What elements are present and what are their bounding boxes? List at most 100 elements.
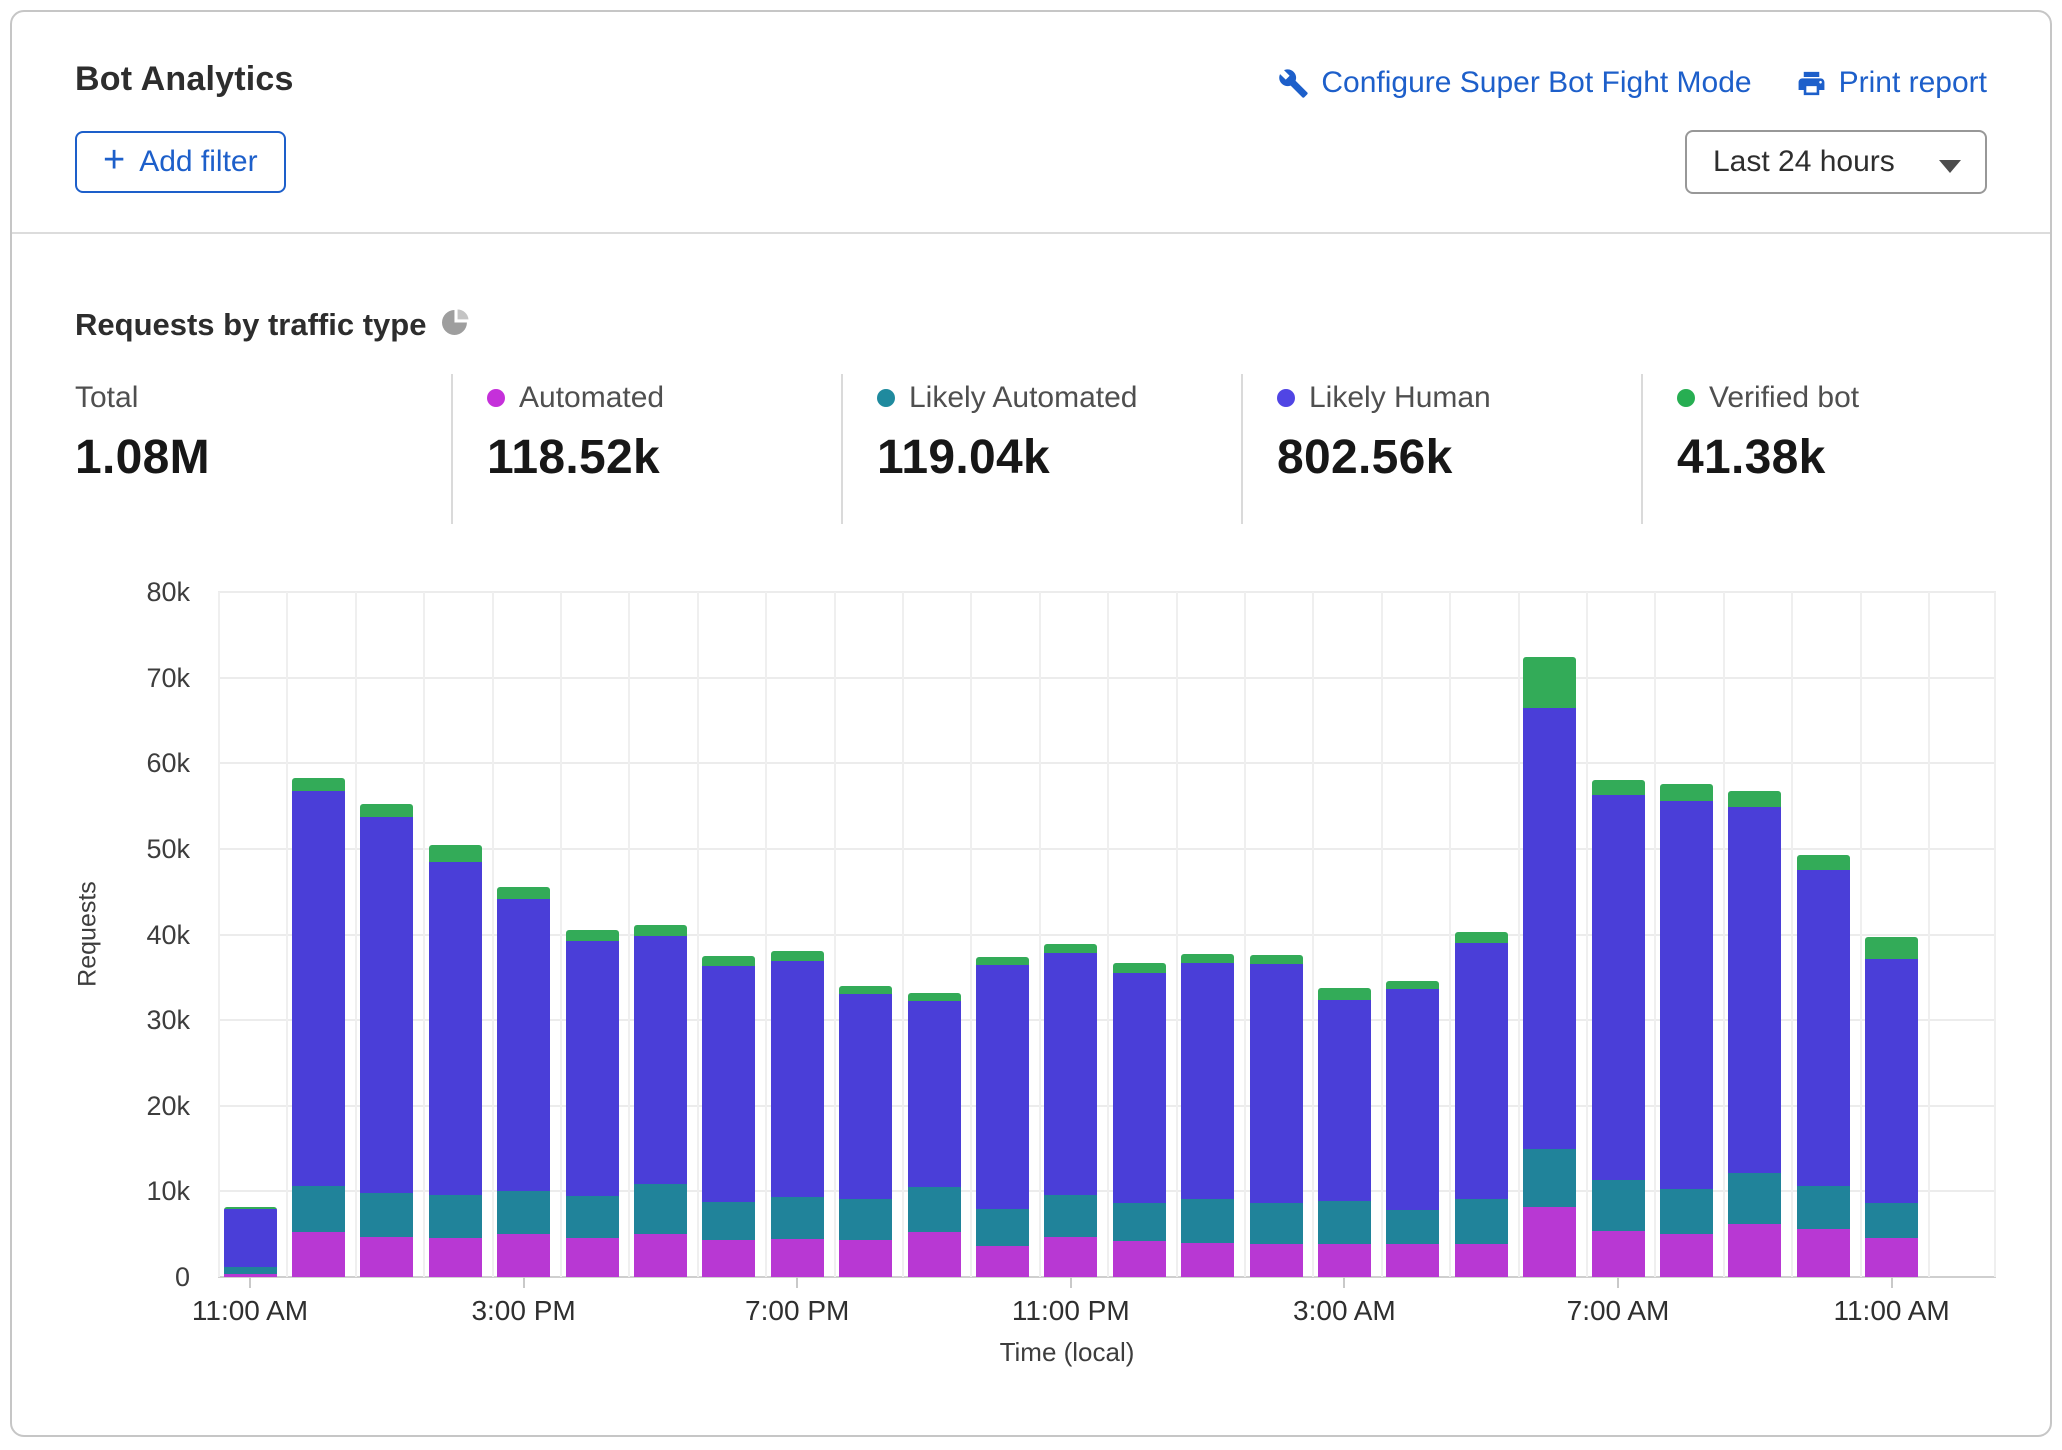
gridline-vertical [492,592,494,1277]
stat-automated-value: 118.52k [487,430,841,485]
x-tick-mark [249,1277,251,1288]
gridline-vertical [1791,592,1793,1277]
bot-analytics-card: Bot Analytics Configure Super Bot Fight … [10,10,2052,1437]
plot-area [218,592,1996,1277]
gridline-vertical [355,592,357,1277]
bar-segment-verified-bot [1592,780,1645,795]
x-tick-label: 11:00 AM [192,1295,308,1327]
stat-likely-automated-value: 119.04k [877,430,1241,485]
time-range-select[interactable]: Last 24 hours [1685,130,1987,194]
bar-segment-likely-human [908,1001,961,1187]
bar-segment-verified-bot [566,930,619,941]
bar-segment-verified-bot [429,845,482,861]
bar-segment-likely-automated [1797,1186,1850,1229]
bar [1386,981,1439,1277]
bar-segment-automated [976,1246,1029,1277]
bar-segment-automated [1797,1229,1850,1277]
bar-segment-likely-human [1250,964,1303,1204]
bar-segment-automated [1044,1237,1097,1277]
bar-segment-verified-bot [976,957,1029,966]
bar-segment-likely-automated [1318,1201,1371,1244]
y-tick-label: 50k [72,834,190,864]
y-tick-label: 30k [72,1005,190,1035]
gridline-vertical [1381,592,1383,1277]
bar-segment-automated [1250,1244,1303,1277]
bar-segment-automated [1318,1244,1371,1277]
page-title: Bot Analytics [75,60,294,99]
stat-likely-human-label: Likely Human [1309,381,1491,415]
bar-segment-verified-bot [1113,963,1166,973]
bar-segment-automated [1181,1243,1234,1277]
bar-segment-verified-bot [702,956,755,966]
bar-segment-likely-automated [1386,1210,1439,1243]
bar-segment-likely-human [1113,973,1166,1203]
x-tick-label: 3:00 PM [471,1295,575,1327]
y-tick-label: 40k [72,920,190,950]
x-tick-mark [1617,1277,1619,1288]
bar [1113,963,1166,1277]
chevron-down-icon [1939,160,1961,173]
bar-segment-likely-automated [224,1267,277,1274]
bar [429,845,482,1277]
x-tick-mark [523,1277,525,1288]
bar [771,951,824,1277]
bar-segment-likely-automated [771,1197,824,1239]
bar-segment-verified-bot [1865,937,1918,959]
bar-segment-likely-automated [702,1202,755,1241]
gridline-vertical [697,592,699,1277]
bar-segment-likely-human [1865,959,1918,1202]
bar-segment-likely-automated [1181,1199,1234,1243]
bar-segment-likely-human [1455,943,1508,1199]
x-tick-mark [1891,1277,1893,1288]
bar-segment-likely-automated [429,1195,482,1238]
bar-segment-likely-human [1044,953,1097,1195]
add-filter-label: Add filter [139,145,257,179]
bar-segment-likely-automated [1044,1195,1097,1237]
x-axis-title: Time (local) [1000,1337,1135,1368]
gridline-vertical [1994,592,1996,1277]
configure-super-bot-fight-mode-link[interactable]: Configure Super Bot Fight Mode [1278,66,1751,100]
bar-segment-automated [429,1238,482,1277]
bar [566,930,619,1277]
bar-segment-verified-bot [1318,988,1371,1001]
bar-segment-automated [497,1234,550,1277]
gridline-vertical [902,592,904,1277]
y-tick-label: 10k [72,1176,190,1206]
section-heading-label: Requests by traffic type [75,307,426,343]
y-tick-label: 60k [72,748,190,778]
bar-segment-automated [1660,1234,1713,1277]
stat-likely-automated-label: Likely Automated [909,381,1137,415]
bar-segment-automated [702,1240,755,1277]
y-tick-label: 20k [72,1091,190,1121]
gridline-vertical [834,592,836,1277]
pie-chart-icon [442,309,469,341]
bar-segment-likely-human [1797,870,1850,1186]
bar [702,956,755,1277]
gridline-vertical [1449,592,1451,1277]
bar [292,778,345,1277]
bar [1181,954,1234,1277]
gridline-vertical [423,592,425,1277]
bar-segment-likely-human [292,791,345,1187]
gridline-vertical [1039,592,1041,1277]
print-report-link[interactable]: Print report [1796,66,1987,100]
bar-segment-likely-automated [908,1187,961,1232]
x-tick-mark [1070,1277,1072,1288]
bar-segment-likely-automated [976,1209,1029,1246]
bar-segment-verified-bot [839,986,892,995]
bar [1660,784,1713,1277]
add-filter-button[interactable]: + Add filter [75,131,286,193]
bar-segment-likely-human [634,936,687,1183]
bar-segment-verified-bot [1386,981,1439,990]
bar [1728,791,1781,1277]
gridline-vertical [218,592,220,1277]
y-tick-label: 70k [72,663,190,693]
bar-segment-verified-bot [771,951,824,961]
gridline-vertical [560,592,562,1277]
bar-segment-likely-human [702,966,755,1201]
bar-segment-likely-human [976,965,1029,1209]
stat-verified-bot: Verified bot 41.38k [1641,374,2021,524]
gridline-vertical [1654,592,1656,1277]
x-tick-mark [1343,1277,1345,1288]
stat-likely-human-value: 802.56k [1277,430,1641,485]
